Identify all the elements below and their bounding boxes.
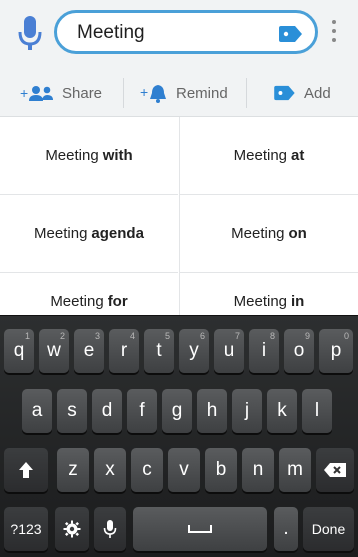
shift-arrow-icon bbox=[19, 462, 33, 478]
remind-button[interactable]: + Remind bbox=[140, 70, 228, 116]
divider bbox=[123, 78, 124, 108]
key-u[interactable]: 7u bbox=[214, 329, 244, 373]
microphone-icon[interactable] bbox=[16, 14, 44, 54]
suggestion-meeting-at[interactable]: Meeting at bbox=[180, 117, 358, 195]
key-x[interactable]: x bbox=[94, 448, 126, 492]
suggestion-meeting-with[interactable]: Meeting with bbox=[0, 117, 178, 195]
gear-icon bbox=[63, 520, 81, 538]
overflow-menu-icon[interactable] bbox=[330, 20, 338, 48]
done-key[interactable]: Done bbox=[303, 507, 354, 551]
symbols-key[interactable]: ?123 bbox=[4, 507, 48, 551]
suggestion-meeting-agenda[interactable]: Meeting agenda bbox=[0, 195, 178, 273]
key-n[interactable]: n bbox=[242, 448, 274, 492]
key-b[interactable]: b bbox=[205, 448, 237, 492]
key-z[interactable]: z bbox=[57, 448, 89, 492]
period-key[interactable]: . bbox=[274, 507, 298, 551]
add-button[interactable]: Add bbox=[272, 70, 331, 116]
bell-icon: + bbox=[140, 83, 168, 103]
divider bbox=[246, 78, 247, 108]
people-icon: + bbox=[20, 84, 54, 102]
key-e[interactable]: 3e bbox=[74, 329, 104, 373]
key-c[interactable]: c bbox=[131, 448, 163, 492]
settings-key[interactable] bbox=[55, 507, 89, 551]
key-s[interactable]: s bbox=[57, 389, 87, 433]
key-l[interactable]: l bbox=[302, 389, 332, 433]
tag-icon[interactable] bbox=[277, 25, 303, 43]
key-p[interactable]: 0p bbox=[319, 329, 353, 373]
keyboard: 1q 2w 3e 4r 5t 6y 7u 8i 9o 0p a s d f g … bbox=[0, 315, 358, 557]
key-m[interactable]: m bbox=[279, 448, 311, 492]
search-input[interactable]: Meeting bbox=[54, 10, 318, 54]
key-t[interactable]: 5t bbox=[144, 329, 174, 373]
backspace-icon bbox=[324, 463, 346, 477]
key-y[interactable]: 6y bbox=[179, 329, 209, 373]
action-row: + Share + Remind Add bbox=[0, 70, 358, 117]
search-query: Meeting bbox=[77, 22, 145, 43]
tag-icon bbox=[272, 85, 296, 101]
suggestion-grid: Meeting with Meeting at Meeting agenda Meet… bbox=[0, 117, 358, 327]
space-key[interactable] bbox=[133, 507, 267, 551]
remind-label: Remind bbox=[176, 84, 228, 102]
key-g[interactable]: g bbox=[162, 389, 192, 433]
key-v[interactable]: v bbox=[168, 448, 200, 492]
svg-text:+: + bbox=[140, 84, 148, 100]
key-d[interactable]: d bbox=[92, 389, 122, 433]
screen: Meeting + Share + Remind Add Meeting wit… bbox=[0, 0, 358, 557]
key-q[interactable]: 1q bbox=[4, 329, 34, 373]
key-r[interactable]: 4r bbox=[109, 329, 139, 373]
key-f[interactable]: f bbox=[127, 389, 157, 433]
backspace-key[interactable] bbox=[316, 448, 354, 492]
share-label: Share bbox=[62, 84, 103, 102]
key-j[interactable]: j bbox=[232, 389, 262, 433]
space-bar-icon bbox=[188, 525, 212, 533]
key-a[interactable]: a bbox=[22, 389, 52, 433]
key-h[interactable]: h bbox=[197, 389, 227, 433]
svg-text:+: + bbox=[20, 85, 28, 101]
share-button[interactable]: + Share bbox=[20, 70, 102, 116]
search-bar: Meeting bbox=[0, 0, 358, 70]
key-k[interactable]: k bbox=[267, 389, 297, 433]
shift-key[interactable] bbox=[4, 448, 48, 492]
key-o[interactable]: 9o bbox=[284, 329, 314, 373]
voice-input-key[interactable] bbox=[94, 507, 126, 551]
add-label: Add bbox=[304, 84, 331, 102]
suggestion-meeting-on[interactable]: Meeting on bbox=[180, 195, 358, 273]
microphone-icon bbox=[103, 520, 117, 538]
key-w[interactable]: 2w bbox=[39, 329, 69, 373]
key-i[interactable]: 8i bbox=[249, 329, 279, 373]
